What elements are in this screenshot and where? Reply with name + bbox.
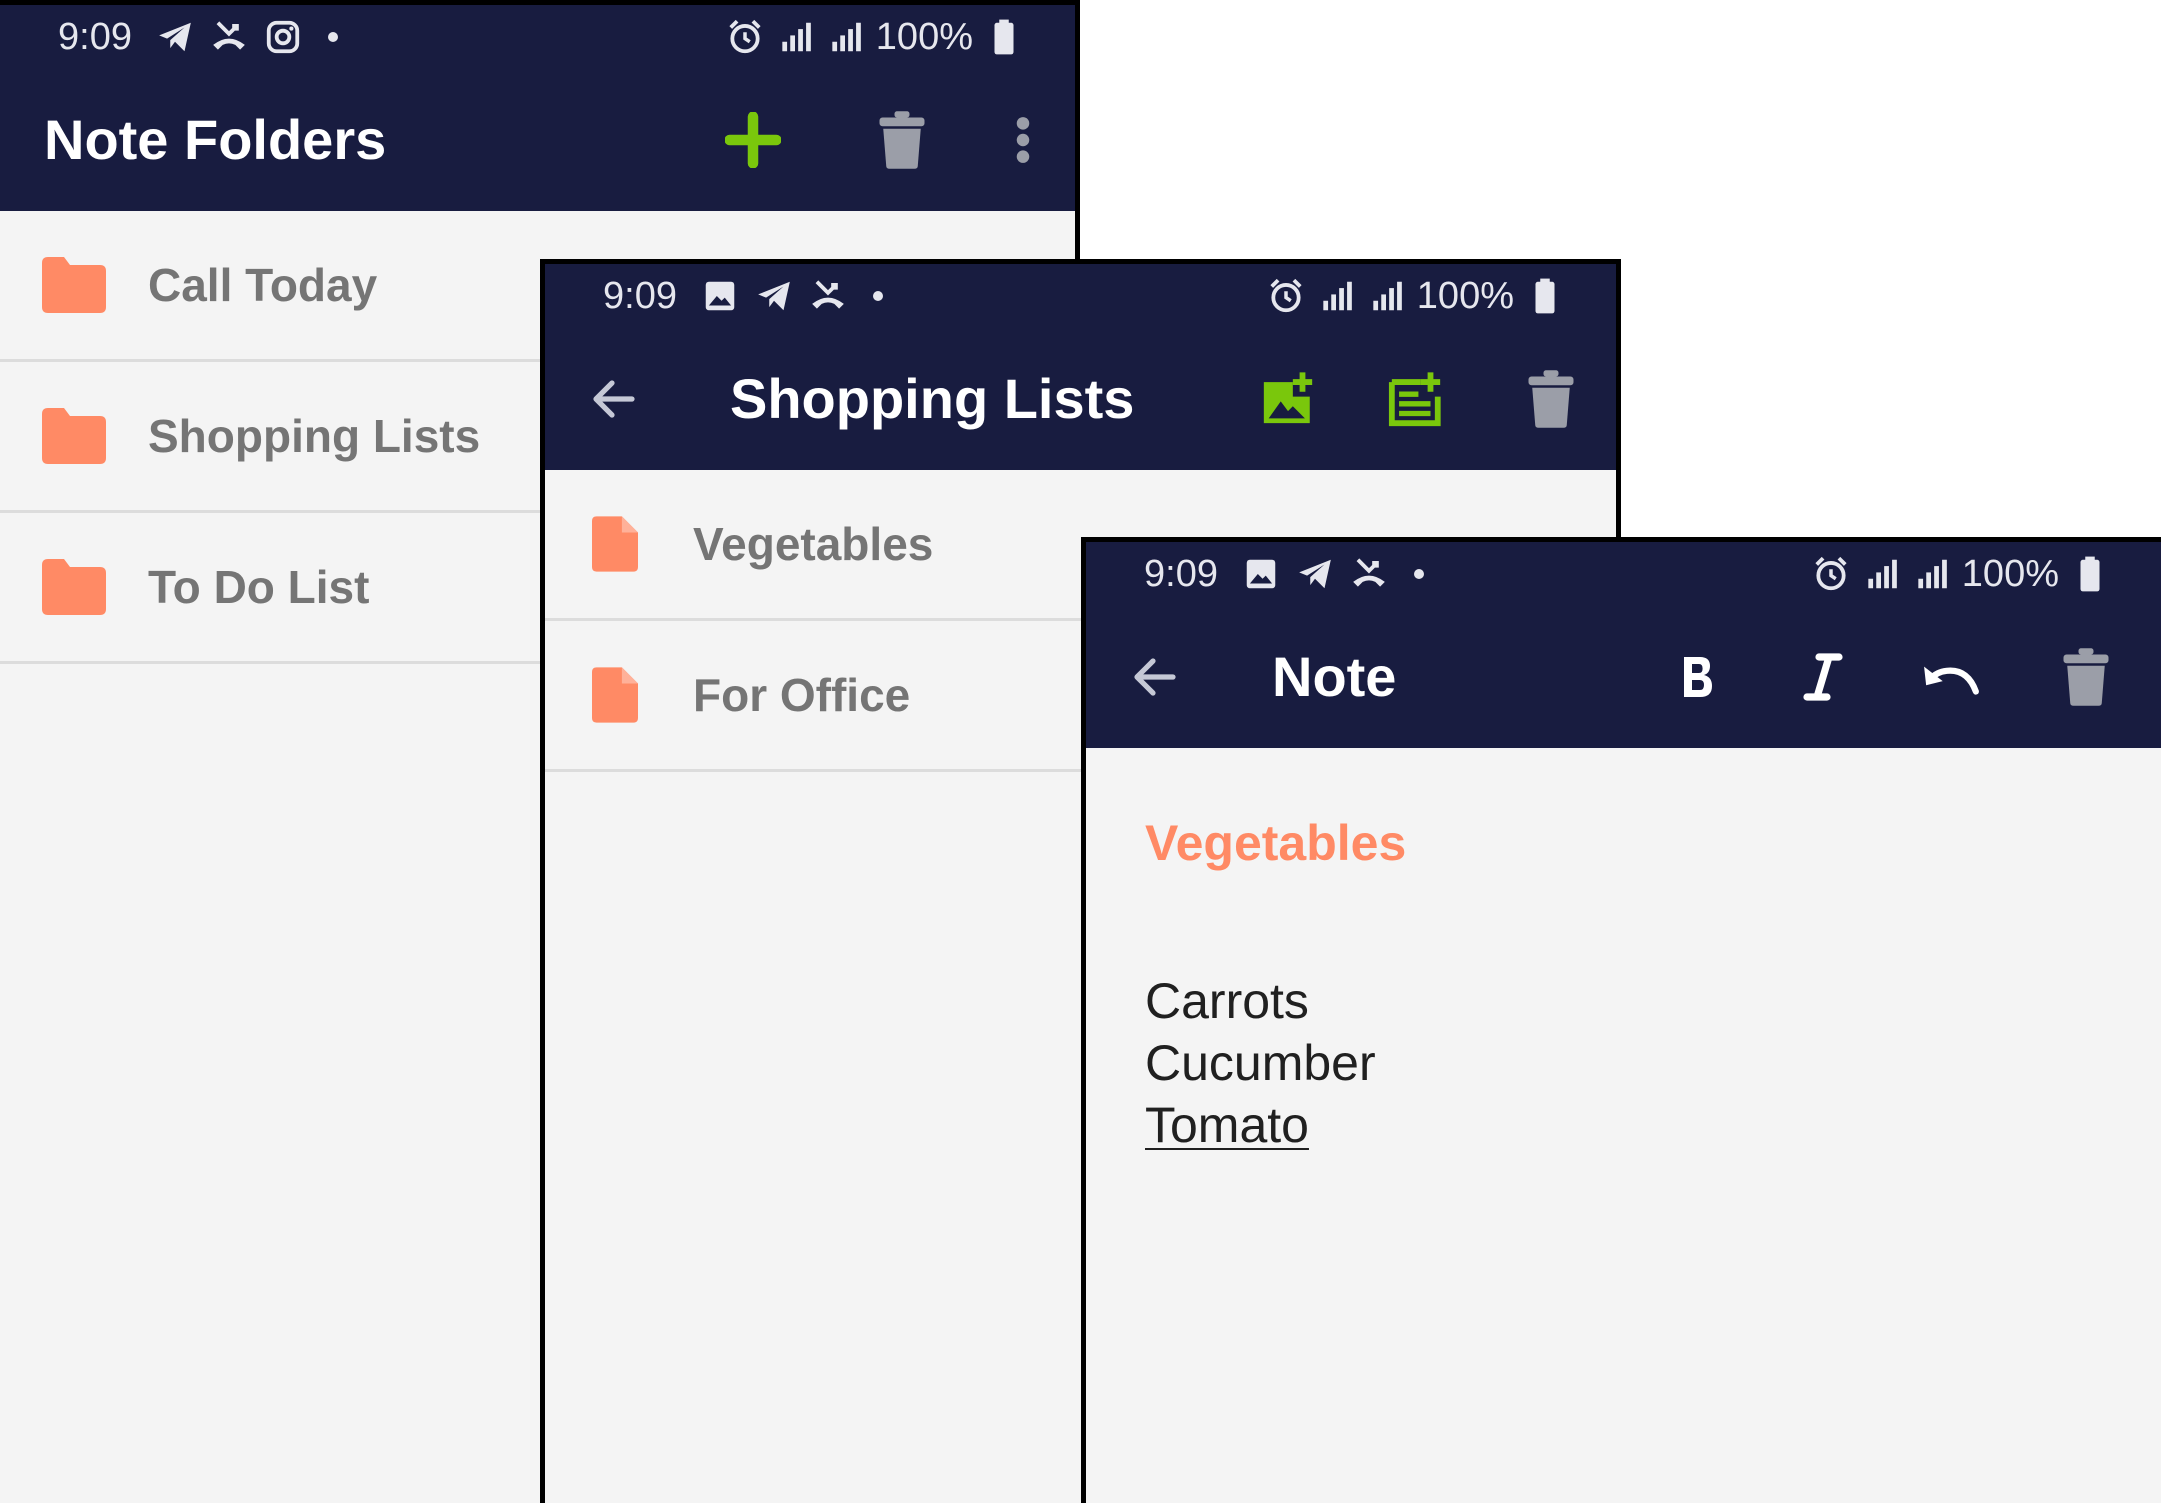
- status-bar: 9:09 100%: [0, 5, 1075, 69]
- battery-icon: [985, 18, 1023, 56]
- signal-icon: [1317, 277, 1355, 315]
- note-title[interactable]: Vegetables: [1145, 814, 2161, 872]
- signal-icon: [826, 18, 864, 56]
- delete-button[interactable]: [1511, 359, 1591, 439]
- status-bar: 9:09 100%: [1086, 542, 2161, 606]
- bold-icon: [1684, 657, 1712, 697]
- note-editor[interactable]: Vegetables Carrots Cucumber Tomato: [1086, 748, 2161, 1156]
- missed-call-icon: [1350, 555, 1388, 593]
- battery-percent: 100%: [1416, 275, 1514, 317]
- instagram-icon: [264, 18, 302, 56]
- status-bar: 9:09 100%: [545, 264, 1616, 328]
- trash-icon: [879, 111, 925, 169]
- alarm-icon: [726, 18, 764, 56]
- add-text-note-button[interactable]: [1376, 359, 1456, 439]
- signal-icon: [1862, 555, 1900, 593]
- note-screen: 9:09 100% Note Vegetables Carrots Cucumb…: [1081, 537, 2161, 1503]
- signal-icon: [1912, 555, 1950, 593]
- page-title: Shopping Lists: [730, 367, 1135, 430]
- note-line[interactable]: Cucumber: [1145, 1032, 2161, 1094]
- more-options-button[interactable]: [983, 100, 1063, 180]
- battery-percent: 100%: [875, 16, 973, 58]
- italic-icon: [1803, 653, 1843, 701]
- bold-button[interactable]: [1658, 637, 1738, 717]
- telegram-icon: [755, 277, 793, 315]
- page-title: Note Folders: [44, 108, 387, 171]
- list-item-label: To Do List: [148, 561, 370, 613]
- note-line[interactable]: Tomato: [1145, 1094, 2161, 1156]
- undo-button[interactable]: [1911, 637, 1991, 717]
- signal-icon: [1367, 277, 1405, 315]
- app-bar: Note Folders: [0, 69, 1075, 211]
- notification-dot: [1413, 569, 1424, 579]
- alarm-icon: [1812, 555, 1850, 593]
- alarm-icon: [1267, 277, 1305, 315]
- telegram-icon: [156, 18, 194, 56]
- list-item-label: Vegetables: [693, 518, 934, 570]
- add-image-note-icon: [1263, 372, 1313, 424]
- folder-icon: [42, 257, 106, 313]
- page-title: Note: [1272, 645, 1397, 708]
- missed-call-icon: [210, 18, 248, 56]
- list-item-label: Call Today: [148, 259, 378, 311]
- missed-call-icon: [809, 277, 847, 315]
- undo-icon: [1924, 666, 1979, 695]
- telegram-icon: [1296, 555, 1334, 593]
- trash-icon: [2063, 648, 2109, 706]
- note-file-icon: [592, 667, 638, 723]
- app-bar: Shopping Lists: [545, 328, 1616, 470]
- battery-icon: [2071, 555, 2109, 593]
- folder-icon: [42, 408, 106, 464]
- status-time: 9:09: [1144, 553, 1218, 595]
- status-time: 9:09: [58, 16, 132, 58]
- battery-percent: 100%: [1961, 553, 2059, 595]
- add-text-note-icon: [1388, 372, 1441, 427]
- trash-icon: [1528, 370, 1574, 428]
- add-folder-button[interactable]: [713, 100, 793, 180]
- note-line[interactable]: Carrots: [1145, 970, 2161, 1032]
- note-file-icon: [592, 516, 638, 572]
- arrow-back-icon: [593, 380, 635, 418]
- arrow-back-icon: [1134, 658, 1176, 696]
- list-item-label: For Office: [693, 669, 911, 721]
- image-icon: [1242, 555, 1280, 593]
- battery-icon: [1526, 277, 1564, 315]
- delete-button[interactable]: [2046, 637, 2126, 717]
- list-item-label: Shopping Lists: [148, 410, 481, 462]
- notification-dot: [327, 32, 338, 42]
- italic-button[interactable]: [1783, 637, 1863, 717]
- signal-icon: [776, 18, 814, 56]
- add-image-note-button[interactable]: [1248, 359, 1328, 439]
- status-time: 9:09: [603, 275, 677, 317]
- more-vert-icon: [1016, 117, 1030, 163]
- delete-button[interactable]: [862, 100, 942, 180]
- back-button[interactable]: [574, 359, 654, 439]
- image-icon: [701, 277, 739, 315]
- app-bar: Note: [1086, 606, 2161, 748]
- add-icon: [725, 112, 781, 168]
- notification-dot: [872, 291, 883, 301]
- folder-icon: [42, 559, 106, 615]
- back-button[interactable]: [1115, 637, 1195, 717]
